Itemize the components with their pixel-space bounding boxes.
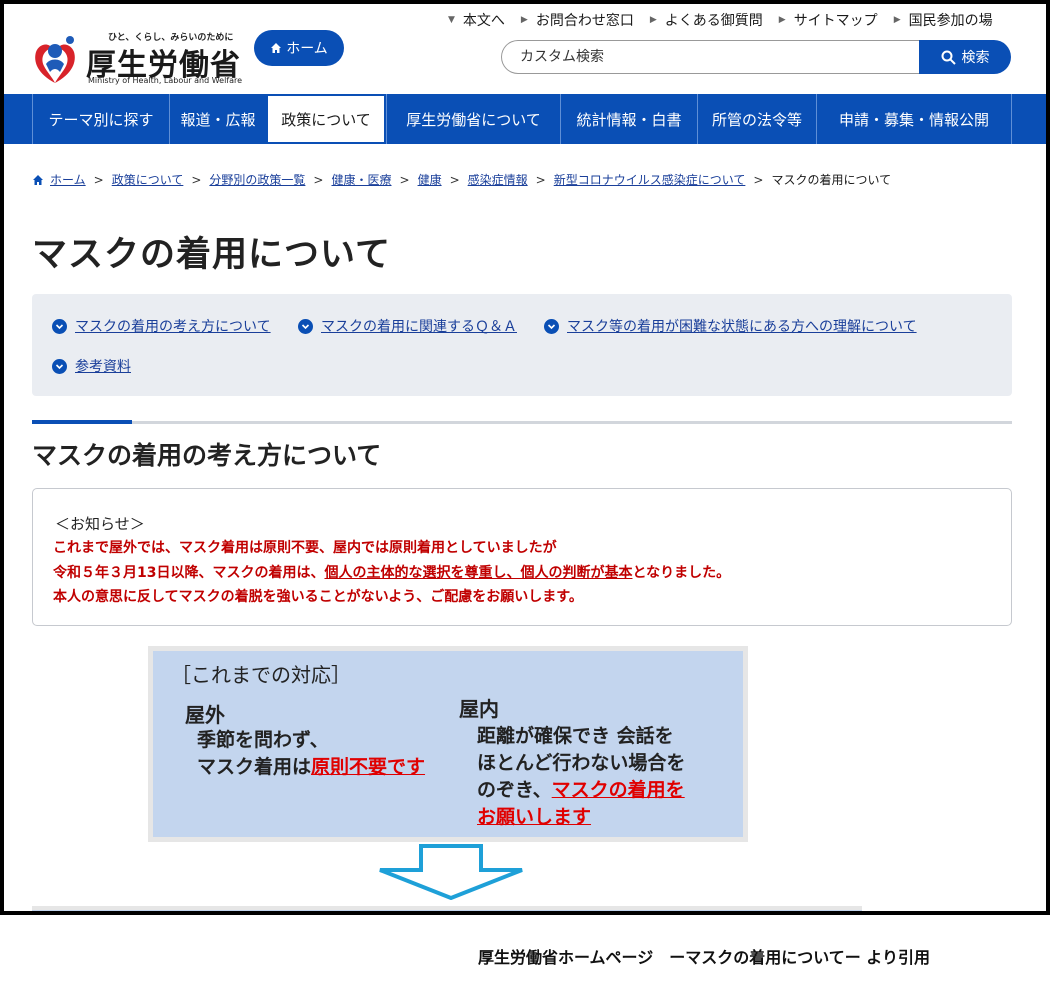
previous-response-image: ［これまでの対応］ 屋外 季節を問わず、 マスク着用は原則不要です 屋内 距離が…: [148, 646, 748, 842]
home-button[interactable]: ホーム: [254, 30, 344, 66]
util-link-faq[interactable]: ▶ よくある御質問: [650, 10, 763, 30]
logo-site-name-en: Ministry of Health, Labour and Welfare: [88, 76, 243, 85]
section-divider: [32, 421, 1012, 424]
down-arrow-icon: [379, 844, 523, 900]
caret-right-icon: ▶: [893, 15, 901, 25]
chevron-right-icon: >: [753, 172, 764, 187]
chevron-right-icon: >: [449, 172, 460, 187]
indoor-emphasis: お願いします: [477, 806, 592, 828]
util-link-label: お問合わせ窓口: [535, 13, 634, 29]
page-frame: ひと、くらし、みらいのために 厚生労働省 Ministry of Health,…: [0, 0, 1050, 915]
gnav-item-policy[interactable]: 政策について: [266, 94, 386, 144]
home-icon: [271, 43, 282, 53]
image-panel: ［これまでの対応］ 屋外 季節を問わず、 マスク着用は原則不要です 屋内 距離が…: [153, 651, 743, 837]
outdoor-text: 季節を問わず、 マスク着用は原則不要です: [197, 727, 425, 781]
outdoor-text-part: マスク着用は: [197, 756, 312, 778]
indoor-line: 距離が確保でき 会話を: [477, 725, 674, 747]
breadcrumb-link[interactable]: 感染症情報: [468, 171, 528, 188]
toc-link-label: マスクの着用に関連するＱ＆Ａ: [321, 319, 517, 335]
util-link-sitemap[interactable]: ▶ サイトマップ: [779, 10, 878, 30]
breadcrumb: ホーム > 政策について > 分野別の政策一覧 > 健康・医療 > 健康 > 感染症情報 >…: [32, 171, 891, 188]
gnav-item-statistics[interactable]: 統計情報・白書: [560, 94, 697, 144]
breadcrumb-link[interactable]: ホーム: [50, 171, 86, 188]
global-nav: テーマ別に探す 報道・広報 政策について 厚生労働省について 統計情報・白書 所…: [4, 94, 1046, 144]
site-header: ひと、くらし、みらいのために 厚生労働省 Ministry of Health,…: [4, 4, 1046, 94]
home-icon: [33, 174, 43, 185]
caret-down-icon: ▼: [448, 15, 455, 25]
caret-right-icon: ▶: [520, 15, 528, 25]
gnav-item-about[interactable]: 厚生労働省について: [386, 94, 560, 144]
breadcrumb-link[interactable]: 政策について: [112, 171, 184, 188]
search-icon: [941, 50, 956, 65]
gnav-item-press[interactable]: 報道・広報: [169, 94, 266, 144]
toc-link[interactable]: 参考資料: [52, 356, 131, 376]
next-image-panel: [32, 906, 862, 911]
utility-nav: ▼ 本文へ ▶ お問合わせ窓口 ▶ よくある御質問 ▶ サイトマップ ▶ 国民参加の場: [448, 10, 1009, 30]
toc-link-label: 参考資料: [75, 359, 131, 375]
outdoor-label: 屋外: [185, 703, 225, 727]
notice-emphasis: 個人の主体的な選択を尊重し、個人の判断が基本: [324, 565, 633, 581]
toc-link[interactable]: マスクの着用の考え方について: [52, 316, 271, 336]
notice-text: となりました。: [632, 565, 731, 581]
toc-link-label: マスク等の着用が困難な状態にある方への理解について: [567, 319, 917, 335]
chevron-right-icon: >: [93, 172, 104, 187]
chevron-right-icon: >: [399, 172, 410, 187]
chevron-right-icon: >: [535, 172, 546, 187]
caret-right-icon: ▶: [778, 15, 786, 25]
util-link-label: サイトマップ: [793, 13, 878, 29]
util-link-label: よくある御質問: [664, 13, 763, 29]
source-caption: 厚生労働省ホームページ ーマスクの着用についてー より引用: [478, 948, 930, 967]
section-title: マスクの着用の考え方について: [32, 441, 382, 470]
gnav-item-applications[interactable]: 申請・募集・情報公開: [816, 94, 1012, 144]
search-button[interactable]: 検索: [919, 40, 1011, 74]
image-heading: ［これまでの対応］: [171, 663, 351, 687]
chevron-right-icon: >: [313, 172, 324, 187]
outdoor-line: 季節を問わず、: [197, 729, 329, 751]
home-button-label: ホーム: [286, 41, 328, 57]
indoor-line: ほとんど行わない場合を: [477, 752, 686, 774]
search-button-label: 検索: [961, 50, 990, 66]
chevron-down-circle-icon: [544, 318, 559, 334]
notice-line-3: 本人の意思に反してマスクの着脱を強いることがないよう、ご配慮をお願いします。: [53, 589, 583, 605]
util-link-main-content[interactable]: ▼ 本文へ: [448, 10, 505, 30]
chevron-down-circle-icon: [298, 318, 313, 334]
table-of-contents: マスクの着用の考え方について マスクの着用に関連するＱ＆Ａ マスク等の着用が困難…: [32, 294, 1012, 396]
outdoor-line: マスク着用は原則不要です: [197, 754, 425, 781]
notice-text: 令和５年３月13日以降、マスクの着用は、: [53, 565, 325, 581]
mhlw-logo-icon: [33, 36, 77, 83]
gnav-item-themes[interactable]: テーマ別に探す: [32, 94, 169, 144]
util-link-label: 国民参加の場: [908, 13, 993, 29]
notice-line-2: 令和５年３月13日以降、マスクの着用は、個人の主体的な選択を尊重し、個人の判断が…: [53, 562, 730, 582]
indoor-text: 距離が確保でき 会話を ほとんど行わない場合を のぞき、マスクの着用を お願いし…: [477, 723, 685, 831]
breadcrumb-link[interactable]: 健康: [418, 171, 442, 188]
chevron-down-circle-icon: [52, 318, 67, 334]
indoor-text-part: のぞき、: [477, 779, 552, 801]
util-link-participation[interactable]: ▶ 国民参加の場: [894, 10, 993, 30]
toc-link-label: マスクの着用の考え方について: [75, 319, 271, 335]
toc-link[interactable]: マスク等の着用が困難な状態にある方への理解について: [544, 316, 917, 336]
site-logo[interactable]: ひと、くらし、みらいのために 厚生労働省 Ministry of Health,…: [30, 30, 260, 90]
notice-box: ＜お知らせ＞ これまで屋外では、マスク着用は原則不要、屋内では原則着用としていま…: [32, 488, 1012, 626]
breadcrumb-link[interactable]: 健康・医療: [331, 171, 391, 188]
search-input[interactable]: カスタム検索: [501, 40, 921, 74]
breadcrumb-link[interactable]: 新型コロナウイルス感染症について: [554, 171, 746, 188]
section-divider-accent: [32, 420, 132, 424]
caret-right-icon: ▶: [649, 15, 657, 25]
outdoor-emphasis: 原則不要です: [311, 756, 426, 778]
chevron-right-icon: >: [191, 172, 202, 187]
notice-heading: ＜お知らせ＞: [55, 515, 145, 533]
indoor-emphasis: マスクの着用を: [551, 779, 685, 801]
indoor-line: のぞき、マスクの着用を: [477, 777, 685, 804]
notice-line-1: これまで屋外では、マスク着用は原則不要、屋内では原則着用としていましたが: [53, 540, 557, 556]
breadcrumb-current: マスクの着用について: [771, 173, 892, 187]
gnav-item-laws[interactable]: 所管の法令等: [697, 94, 816, 144]
toc-link[interactable]: マスクの着用に関連するＱ＆Ａ: [298, 316, 517, 336]
util-link-label: 本文へ: [462, 13, 505, 29]
indoor-label: 屋内: [459, 697, 499, 721]
chevron-down-circle-icon: [52, 358, 67, 374]
page-title: マスクの着用について: [32, 235, 391, 275]
breadcrumb-link[interactable]: 分野別の政策一覧: [209, 171, 305, 188]
util-link-contact[interactable]: ▶ お問合わせ窓口: [521, 10, 634, 30]
indoor-line: お願いします: [477, 804, 685, 831]
